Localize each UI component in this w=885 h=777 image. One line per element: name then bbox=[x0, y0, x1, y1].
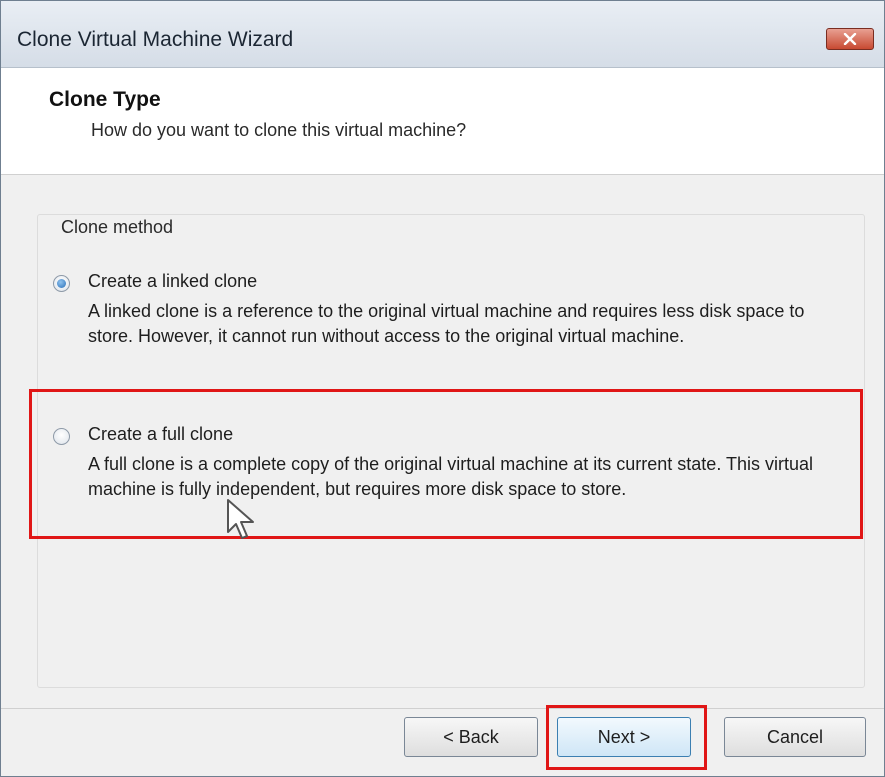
window-title: Clone Virtual Machine Wizard bbox=[17, 28, 294, 51]
linked-clone-label[interactable]: Create a linked clone bbox=[88, 271, 257, 292]
close-button[interactable] bbox=[826, 28, 874, 50]
clone-wizard-window: Clone Virtual Machine Wizard Clone Type … bbox=[0, 0, 885, 777]
back-button[interactable]: < Back bbox=[404, 717, 538, 757]
linked-clone-radio[interactable] bbox=[53, 275, 70, 292]
page-subtitle: How do you want to clone this virtual ma… bbox=[91, 120, 467, 140]
cancel-button[interactable]: Cancel bbox=[724, 717, 866, 757]
title-bar[interactable]: Clone Virtual Machine Wizard bbox=[1, 1, 884, 68]
full-clone-description: A full clone is a complete copy of the o… bbox=[88, 454, 814, 499]
wizard-header: Clone Type How do you want to clone this… bbox=[1, 68, 884, 175]
next-button[interactable]: Next > bbox=[557, 717, 691, 757]
linked-clone-description: A linked clone is a reference to the ori… bbox=[88, 301, 805, 346]
full-clone-radio[interactable] bbox=[53, 428, 70, 445]
footer-divider bbox=[1, 708, 884, 709]
page-title: Clone Type bbox=[49, 88, 161, 111]
clone-method-legend: Clone method bbox=[57, 217, 178, 238]
close-icon bbox=[843, 33, 857, 45]
full-clone-label[interactable]: Create a full clone bbox=[88, 424, 233, 445]
